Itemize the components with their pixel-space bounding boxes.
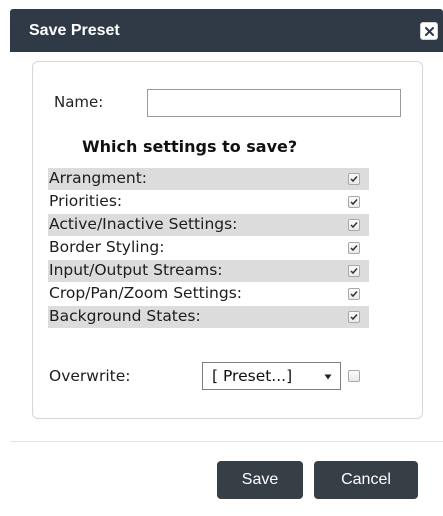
setting-label: Crop/Pan/Zoom Settings: [49,284,243,302]
setting-check-cell [339,191,369,213]
background-states-checkbox[interactable] [348,311,360,323]
checkmark-icon [350,222,358,229]
save-preset-dialog: Save Preset Name: Which settings to save… [10,9,443,516]
crop-pan-zoom-checkbox[interactable] [348,288,360,300]
checkmark-icon [350,245,358,252]
checkmark-icon [350,199,358,206]
setting-check-cell [339,260,369,282]
overwrite-checkbox[interactable] [348,370,360,382]
setting-check-cell [339,168,369,190]
name-label: Name: [54,93,104,111]
setting-row-crop-pan-zoom: Crop/Pan/Zoom Settings: [48,283,339,305]
setting-check-cell [339,306,369,328]
cancel-button[interactable]: Cancel [314,461,418,499]
setting-check-cell [339,214,369,236]
setting-label: Background States: [49,307,201,325]
setting-row-arrangment: Arrangment: [48,168,339,190]
arrangment-checkbox[interactable] [348,173,360,185]
setting-row-input-output: Input/Output Streams: [48,260,339,282]
preset-select-value: [ Preset...] [212,367,293,385]
border-styling-checkbox[interactable] [348,242,360,254]
setting-label: Priorities: [49,192,123,210]
close-icon [425,27,434,36]
checkmark-icon [350,268,358,275]
overwrite-label: Overwrite: [49,367,131,385]
setting-check-cell [339,237,369,259]
checkmark-icon [350,176,358,183]
setting-label: Input/Output Streams: [49,261,223,279]
name-input[interactable] [147,89,401,117]
checkmark-icon [350,314,358,321]
active-inactive-checkbox[interactable] [348,219,360,231]
settings-panel: Name: Which settings to save? Arrangment… [32,61,423,419]
setting-row-priorities: Priorities: [48,191,339,213]
save-button[interactable]: Save [217,461,303,499]
setting-row-border-styling: Border Styling: [48,237,339,259]
close-button[interactable] [420,22,438,40]
input-output-checkbox[interactable] [348,265,360,277]
setting-check-cell [339,283,369,305]
dialog-titlebar: Save Preset [10,9,443,52]
setting-label: Active/Inactive Settings: [49,215,238,233]
preset-select[interactable]: [ Preset...] [202,362,341,390]
setting-label: Arrangment: [49,169,147,187]
settings-section-title: Which settings to save? [82,137,298,156]
setting-row-background-states: Background States: [48,306,339,328]
checkmark-icon [350,291,358,298]
dialog-title: Save Preset [29,22,120,39]
dropdown-arrow-icon [324,374,332,380]
priorities-checkbox[interactable] [348,196,360,208]
setting-label: Border Styling: [49,238,165,256]
setting-row-active-inactive: Active/Inactive Settings: [48,214,339,236]
footer-divider [10,441,443,442]
